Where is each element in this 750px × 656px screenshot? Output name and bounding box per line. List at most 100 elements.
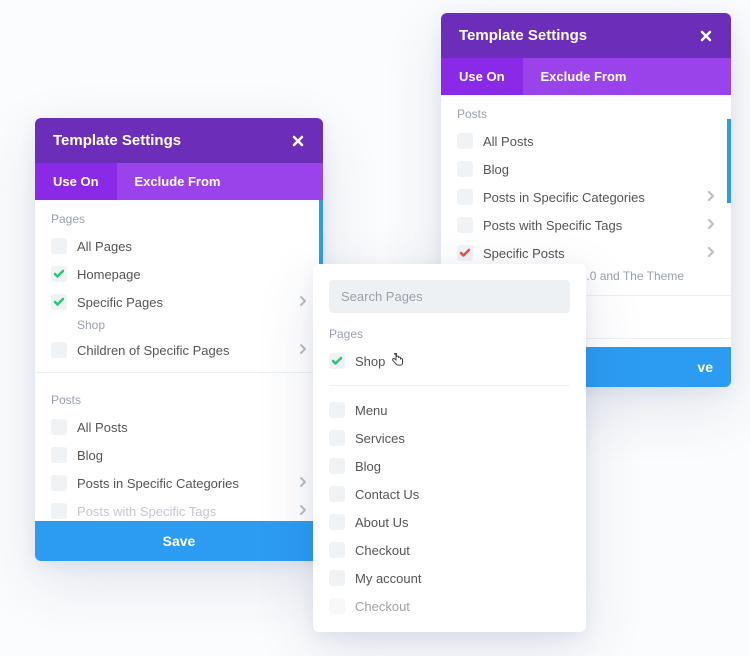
list-item[interactable]: Shop — [313, 347, 586, 375]
chevron-right-icon — [707, 246, 715, 261]
tab-exclude-from[interactable]: Exclude From — [117, 163, 239, 200]
checkbox-icon[interactable] — [329, 570, 345, 586]
section-title-posts: Posts — [35, 381, 323, 413]
item-label: Posts with Specific Tags — [77, 504, 299, 519]
chevron-right-icon — [299, 476, 307, 491]
panel-title: Template Settings — [459, 27, 587, 44]
checkbox-icon[interactable] — [457, 161, 473, 177]
item-label: Blog — [483, 162, 715, 177]
item-label: Contact Us — [355, 487, 570, 502]
pages-picker-popover: Search Pages Pages Shop Menu Services Bl… — [313, 264, 586, 632]
chevron-right-icon — [299, 295, 307, 310]
list-item[interactable]: Blog — [441, 155, 731, 183]
tabs: Use On Exclude From — [441, 58, 731, 95]
checkbox-icon[interactable] — [329, 514, 345, 530]
list-item[interactable]: All Posts — [441, 127, 731, 155]
checkbox-icon[interactable] — [329, 598, 345, 614]
checkbox-icon[interactable] — [457, 189, 473, 205]
checkbox-icon[interactable] — [51, 503, 67, 519]
item-label: All Pages — [77, 239, 307, 254]
item-label: Posts with Specific Tags — [483, 218, 707, 233]
divider — [35, 372, 323, 373]
chevron-right-icon — [707, 218, 715, 233]
item-label: My account — [355, 571, 570, 586]
list-item[interactable]: Posts in Specific Categories — [441, 183, 731, 211]
checkmark-icon[interactable] — [329, 353, 345, 369]
section-title-pages: Pages — [35, 200, 323, 232]
item-label: Posts in Specific Categories — [483, 190, 707, 205]
item-label: Posts in Specific Categories — [77, 476, 299, 491]
checkbox-icon[interactable] — [329, 458, 345, 474]
list-item[interactable]: My account — [313, 564, 586, 592]
checkbox-icon[interactable] — [51, 238, 67, 254]
item-label: Blog — [77, 448, 307, 463]
item-sub-label: Shop — [35, 316, 323, 336]
checkbox-icon[interactable] — [329, 402, 345, 418]
divider — [329, 385, 570, 386]
list-item[interactable]: Contact Us — [313, 480, 586, 508]
tab-exclude-from[interactable]: Exclude From — [523, 58, 645, 95]
list-item[interactable]: Checkout — [313, 592, 586, 620]
list-item[interactable]: Blog — [313, 452, 586, 480]
pages-body: Pages Shop Menu Services Blog Contact Us — [313, 323, 586, 632]
list-item[interactable]: Children of Specific Pages — [35, 336, 323, 364]
chevron-right-icon — [299, 504, 307, 519]
checkbox-icon[interactable] — [457, 217, 473, 233]
list-item[interactable]: Blog — [35, 441, 323, 469]
search-input[interactable]: Search Pages — [329, 280, 570, 313]
item-label: Checkout — [355, 599, 570, 614]
chevron-right-icon — [299, 343, 307, 358]
checkbox-icon[interactable] — [329, 430, 345, 446]
checkbox-icon[interactable] — [51, 342, 67, 358]
posts-section: Posts All Posts Blog Posts in Specific C… — [35, 381, 323, 521]
checkbox-icon[interactable] — [329, 542, 345, 558]
section-title-pages: Pages — [313, 323, 586, 347]
item-label: Specific Pages — [77, 295, 299, 310]
list-item[interactable]: Homepage — [35, 260, 323, 288]
checkbox-icon[interactable] — [51, 475, 67, 491]
tab-use-on[interactable]: Use On — [441, 58, 523, 95]
checkbox-icon[interactable] — [51, 447, 67, 463]
checkbox-icon[interactable] — [51, 419, 67, 435]
item-label: Specific Posts — [483, 246, 707, 261]
item-label: Shop — [355, 354, 570, 369]
close-icon[interactable] — [699, 29, 713, 43]
checkmark-icon[interactable] — [457, 245, 473, 261]
panel-header: Template Settings — [441, 13, 731, 58]
list-item[interactable]: Posts with Specific Tags — [35, 497, 323, 521]
list-item[interactable]: Menu — [313, 396, 586, 424]
list-item[interactable]: Posts in Specific Categories — [35, 469, 323, 497]
section-title-posts: Posts — [441, 95, 731, 127]
tab-use-on[interactable]: Use On — [35, 163, 117, 200]
list-item[interactable]: All Pages — [35, 232, 323, 260]
checkbox-icon[interactable] — [329, 486, 345, 502]
close-icon[interactable] — [291, 134, 305, 148]
item-label: Checkout — [355, 543, 570, 558]
list-item[interactable]: Services — [313, 424, 586, 452]
item-label: All Posts — [77, 420, 307, 435]
list-item[interactable]: Posts with Specific Tags — [441, 211, 731, 239]
save-button[interactable]: Save — [35, 521, 323, 561]
item-label: About Us — [355, 515, 570, 530]
item-label: Services — [355, 431, 570, 446]
item-label: Menu — [355, 403, 570, 418]
tabs: Use On Exclude From — [35, 163, 323, 200]
template-settings-panel-left: Template Settings Use On Exclude From Pa… — [35, 118, 323, 561]
item-label: Blog — [355, 459, 570, 474]
posts-section: Posts All Posts Blog Posts in Specific C… — [441, 95, 731, 287]
checkbox-icon[interactable] — [457, 133, 473, 149]
checkmark-icon[interactable] — [51, 294, 67, 310]
checkmark-icon[interactable] — [51, 266, 67, 282]
pages-section: Pages All Pages Homepage Specific Pages … — [35, 200, 323, 364]
list-item[interactable]: Specific Pages — [35, 288, 323, 316]
search-placeholder: Search Pages — [341, 289, 423, 304]
item-label: All Posts — [483, 134, 715, 149]
hand-cursor-icon — [391, 353, 405, 369]
list-item[interactable]: About Us — [313, 508, 586, 536]
list-item[interactable]: Specific Posts — [441, 239, 731, 267]
item-label: Children of Specific Pages — [77, 343, 299, 358]
panel-header: Template Settings — [35, 118, 323, 163]
chevron-right-icon — [707, 190, 715, 205]
list-item[interactable]: Checkout — [313, 536, 586, 564]
list-item[interactable]: All Posts — [35, 413, 323, 441]
